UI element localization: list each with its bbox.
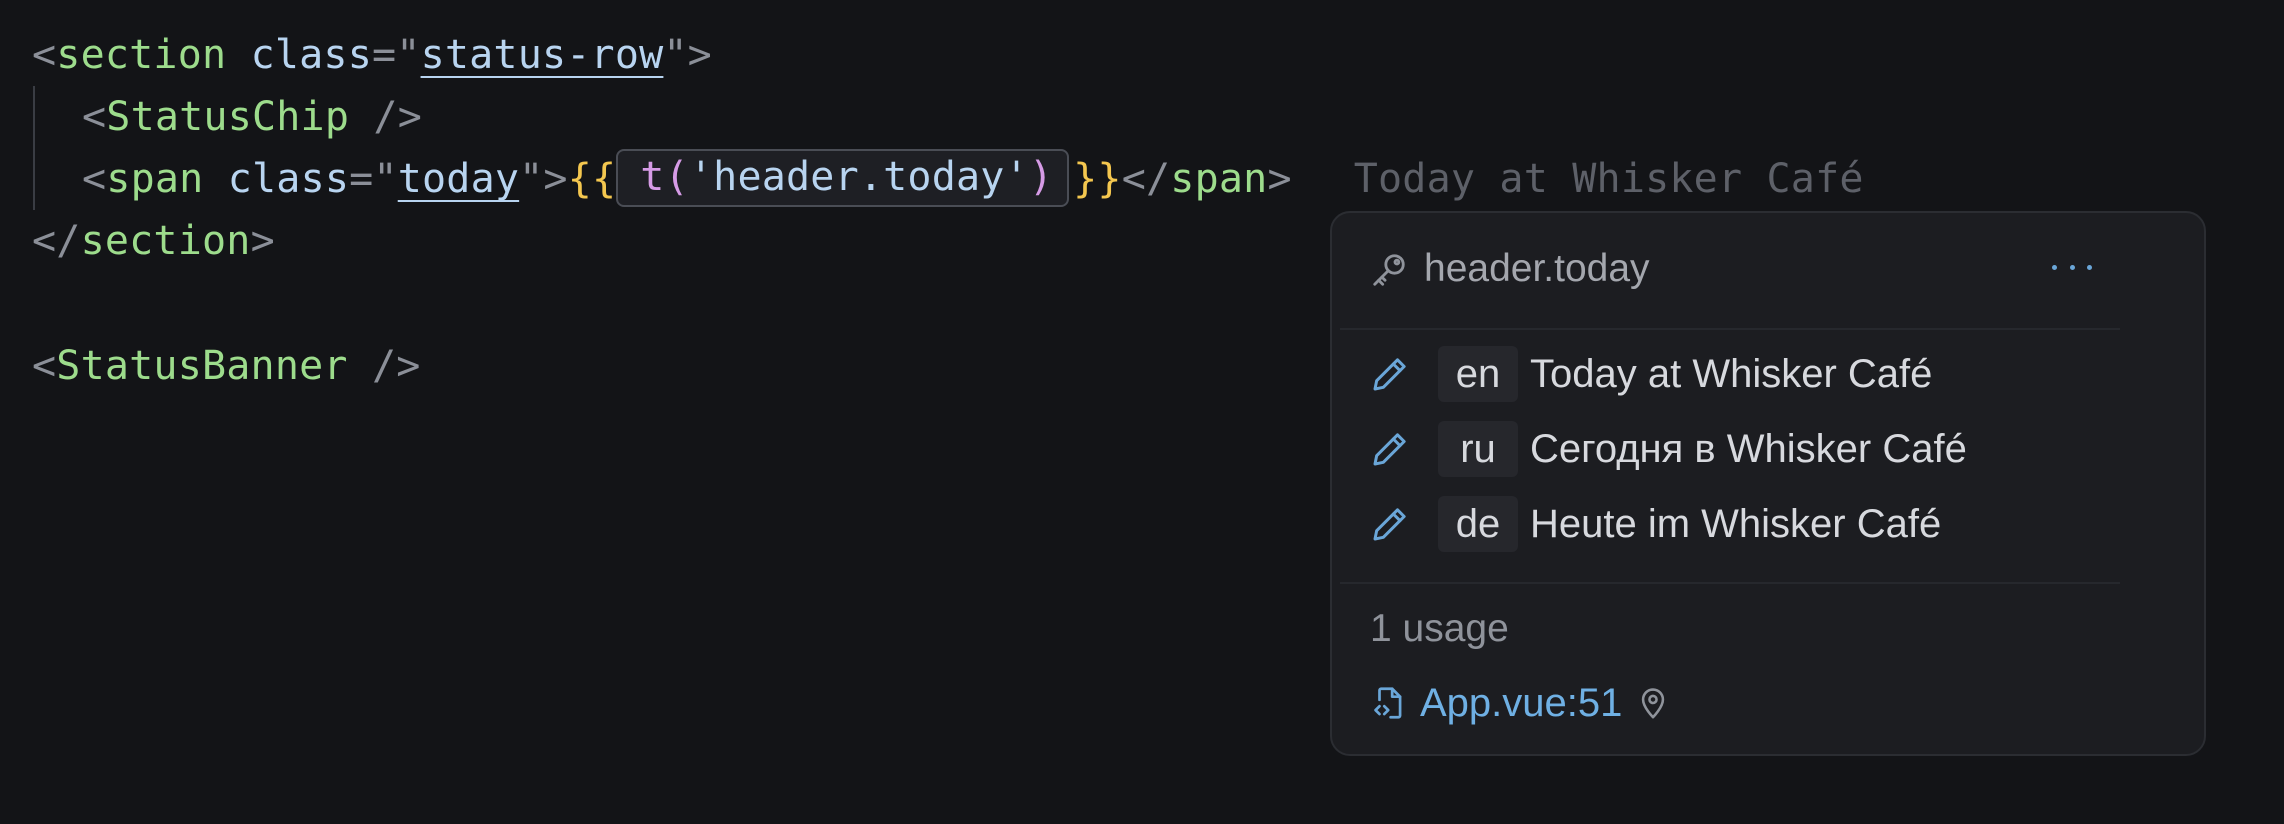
usage-location-link[interactable]: App.vue:51: [1370, 675, 1670, 731]
token-class-value[interactable]: today: [398, 156, 519, 202]
token-tag: section: [80, 218, 251, 264]
indent-guide: [33, 86, 35, 210]
popup-header: header.today: [1332, 213, 2204, 329]
token-tag: StatusBanner: [56, 343, 348, 389]
token-attr: class: [203, 156, 350, 202]
translation-text: Today at Whisker Café: [1530, 352, 1933, 396]
token-tag: span: [106, 156, 204, 202]
token-punct: <: [82, 94, 107, 140]
more-options-icon[interactable]: [2052, 247, 2092, 287]
translation-row-de[interactable]: de Heute im Whisker Café: [1332, 494, 2204, 554]
translation-row-ru[interactable]: ru Сегодня в Whisker Café: [1332, 419, 2204, 479]
token-punct: />: [349, 94, 422, 140]
token-punct: =": [371, 32, 421, 78]
token-punct: </: [32, 218, 81, 264]
divider: [1340, 328, 2120, 330]
pencil-icon[interactable]: [1370, 429, 1410, 469]
code-line-status-banner[interactable]: <StatusBanner />: [32, 335, 421, 397]
map-pin-icon[interactable]: [1636, 684, 1670, 722]
usage-count: 1 usage: [1370, 607, 1509, 650]
token-mustache-close: }}: [1073, 156, 1122, 202]
code-line-status-chip[interactable]: <StatusChip />: [82, 86, 422, 148]
token-paren: (: [664, 154, 689, 200]
token-punct: <: [32, 32, 57, 78]
language-badge: en: [1438, 346, 1518, 402]
language-badge: ru: [1438, 421, 1518, 477]
token-punct: ">: [519, 156, 568, 202]
token-translation-key[interactable]: 'header.today': [689, 154, 1029, 200]
code-line-span-today[interactable]: <span class="today">{{t('header.today')}…: [82, 148, 1864, 210]
translation-call-highlight[interactable]: t('header.today'): [616, 149, 1070, 207]
token-attr: class: [226, 32, 372, 78]
translation-hover-popup[interactable]: header.today en Today at Whisker Café ru…: [1330, 211, 2206, 756]
token-tag: span: [1170, 156, 1268, 202]
token-punct: <: [82, 156, 107, 202]
pencil-icon[interactable]: [1370, 354, 1410, 394]
translation-text: Сегодня в Whisker Café: [1530, 427, 1967, 471]
token-punct: >: [1267, 156, 1292, 202]
translation-text: Heute im Whisker Café: [1530, 502, 1942, 546]
token-punct: />: [347, 343, 421, 389]
token-punct: ">: [663, 32, 712, 78]
language-badge: de: [1438, 496, 1518, 552]
pencil-icon[interactable]: [1370, 504, 1410, 544]
token-function: t: [640, 154, 665, 200]
token-tag: section: [56, 32, 227, 78]
token-tag: StatusChip: [106, 94, 350, 140]
token-punct: <: [32, 343, 57, 389]
token-punct: =": [349, 156, 398, 202]
token-paren: ): [1028, 154, 1054, 200]
code-line-section-open[interactable]: <section class="status-row">: [32, 24, 712, 86]
divider: [1340, 582, 2120, 584]
translation-row-en[interactable]: en Today at Whisker Café: [1332, 344, 2204, 404]
token-punct: </: [1121, 156, 1171, 202]
code-line-section-close[interactable]: </section>: [32, 210, 275, 272]
inline-translation-hint: Today at Whisker Café: [1353, 156, 1864, 202]
translation-key-label: header.today: [1424, 247, 1650, 290]
usage-file-link[interactable]: App.vue:51: [1420, 675, 1622, 731]
file-code-icon: [1374, 687, 1402, 719]
key-icon: [1373, 254, 1405, 286]
token-class-value[interactable]: status-row: [421, 32, 664, 78]
token-mustache-open: {{: [567, 156, 617, 202]
token-punct: >: [250, 218, 275, 264]
